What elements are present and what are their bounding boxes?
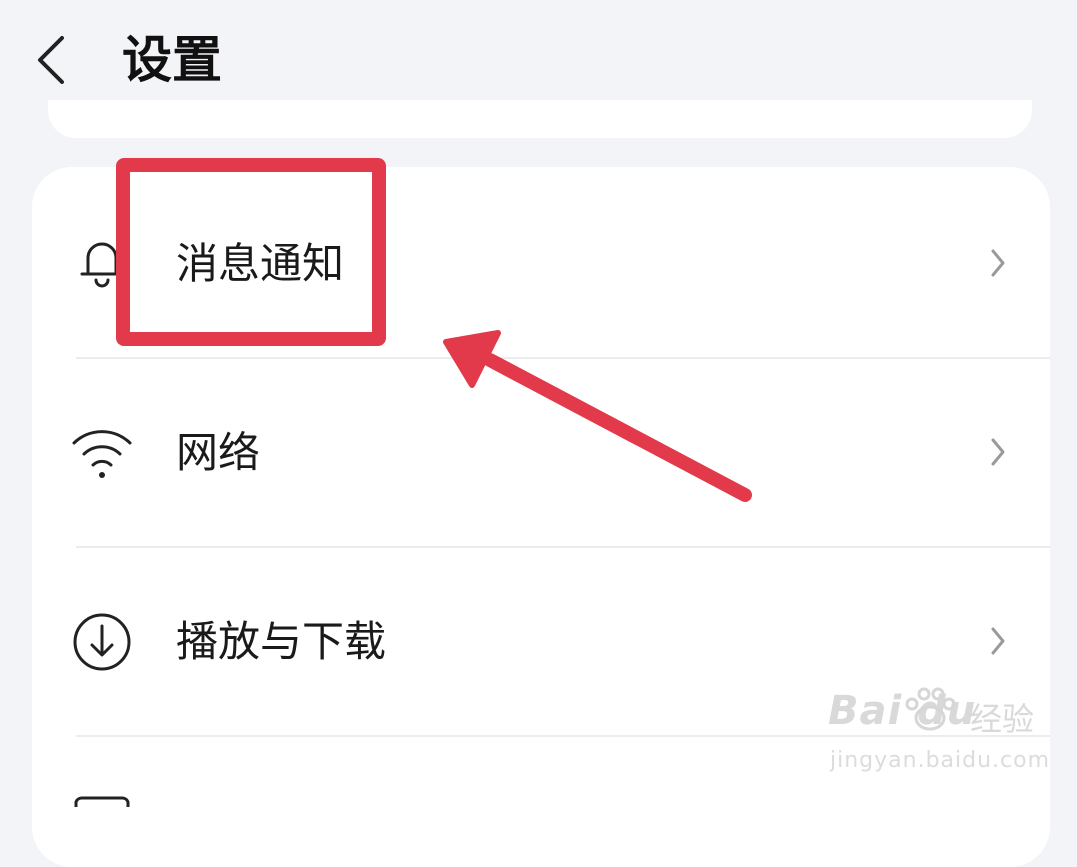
- watermark-text: 经验: [970, 700, 1035, 738]
- wifi-icon: [72, 430, 132, 478]
- paw-icon: [905, 687, 956, 731]
- next-item-icon: [74, 796, 130, 807]
- settings-item-label: 网络: [176, 428, 261, 477]
- download-icon: [73, 613, 131, 671]
- page-title: 设置: [122, 31, 222, 89]
- highlight-box: [116, 158, 386, 346]
- back-button[interactable]: [28, 30, 78, 90]
- settings-item-label: 播放与下载: [176, 617, 387, 666]
- chevron-right-icon: [991, 249, 1005, 277]
- chevron-right-icon: [991, 438, 1005, 466]
- watermark: Bai du 经验 jingyan.baidu.com: [820, 687, 1051, 798]
- previous-section-card: [48, 100, 1032, 138]
- annotation-arrow: [443, 330, 752, 502]
- chevron-left-icon: [38, 36, 64, 84]
- chevron-right-icon: [991, 627, 1005, 655]
- watermark-url: jingyan.baidu.com: [830, 748, 1051, 773]
